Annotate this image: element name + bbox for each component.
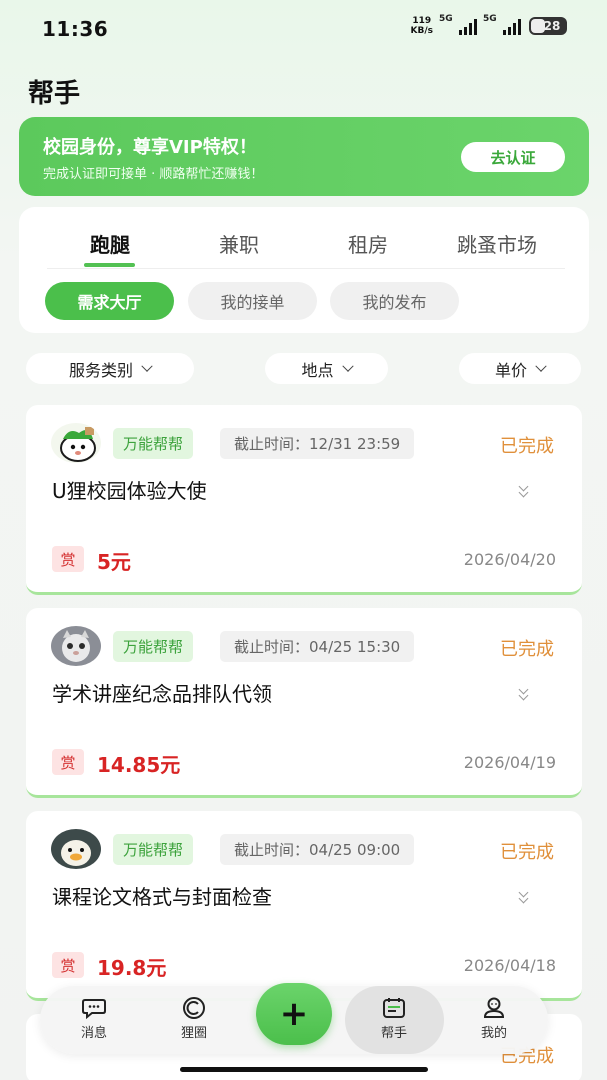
page-title: 帮手 (28, 79, 81, 109)
reward-badge: 赏 (52, 546, 84, 572)
task-card[interactable]: 万能帮帮 截止时间：04/25 09:00 已完成 课程论文格式与封面检查 赏 … (26, 811, 582, 1001)
expand-icon[interactable] (516, 887, 532, 905)
chip-demand-hall[interactable]: 需求大厅 (45, 282, 174, 320)
divider (47, 268, 565, 269)
circle-icon (183, 997, 205, 1019)
tab-rental[interactable]: 租房 (303, 229, 433, 258)
category-tag: 万能帮帮 (113, 631, 194, 662)
nav-helper[interactable]: 帮手 (364, 996, 424, 1041)
post-date: 2026/04/19 (463, 753, 556, 772)
reward-amount: 14.85元 (97, 753, 181, 777)
chat-icon (82, 999, 106, 1020)
expand-icon[interactable] (516, 481, 532, 499)
vip-banner[interactable]: 校园身份，尊享VIP特权！ 完成认证即可接单 · 顺路帮忙还赚钱！ 去认证 (19, 117, 589, 196)
deadline-tag: 截止时间：04/25 15:30 (220, 631, 415, 662)
signal-icon-2: 5G (483, 14, 521, 35)
status-bar: 11:36 119 KB/s 5G 5G 28 (0, 0, 607, 58)
avatar (51, 829, 101, 869)
chevron-down-icon (535, 360, 547, 372)
task-card[interactable]: 万能帮帮 截止时间：12/31 23:59 已完成 U狸校园体验大使 赏 5元 … (26, 405, 582, 595)
filter-service-type[interactable]: 服务类别 (26, 353, 194, 384)
chevron-down-icon (341, 360, 354, 372)
status-label: 已完成 (500, 436, 554, 457)
category-tag: 万能帮帮 (113, 428, 194, 459)
avatar (51, 626, 101, 666)
chevron-down-icon (141, 360, 153, 372)
vip-subtitle: 完成认证即可接单 · 顺路帮忙还赚钱！ (43, 167, 264, 182)
reward-badge: 赏 (52, 952, 84, 978)
chip-my-orders[interactable]: 我的接单 (188, 282, 317, 320)
task-title: 学术讲座纪念品排队代领 (52, 682, 272, 706)
reward-amount: 19.8元 (97, 956, 167, 980)
task-title: U狸校园体验大使 (52, 479, 207, 503)
filter-location[interactable]: 地点 (265, 353, 388, 384)
profile-icon (483, 997, 505, 1018)
vip-title: 校园身份，尊享VIP特权！ (43, 137, 257, 158)
battery-icon: 28 (529, 17, 567, 35)
bottom-nav: 消息 狸圈 + 帮手 我的 (40, 983, 548, 1054)
tab-underline (84, 263, 135, 267)
tab-errand[interactable]: 跑腿 (45, 229, 175, 258)
reward-badge: 赏 (52, 749, 84, 775)
nav-profile[interactable]: 我的 (464, 996, 524, 1041)
home-indicator[interactable] (180, 1067, 428, 1072)
category-card: 跑腿 兼职 租房 跳蚤市场 需求大厅 我的接单 我的发布 (19, 207, 589, 333)
calendar-icon (383, 998, 405, 1018)
signal-icon: 5G (439, 14, 477, 35)
post-date: 2026/04/18 (463, 956, 556, 975)
category-tag: 万能帮帮 (113, 834, 194, 865)
task-card[interactable]: 万能帮帮 截止时间：04/25 15:30 已完成 学术讲座纪念品排队代领 赏 … (26, 608, 582, 798)
deadline-tag: 截止时间：04/25 09:00 (220, 834, 415, 865)
filter-price[interactable]: 单价 (459, 353, 581, 384)
add-button[interactable]: + (256, 983, 332, 1045)
status-time: 11:36 (42, 17, 109, 41)
nav-messages[interactable]: 消息 (64, 996, 124, 1041)
task-title: 课程论文格式与封面检查 (52, 885, 272, 909)
status-label: 已完成 (500, 639, 554, 660)
reward-amount: 5元 (97, 550, 131, 574)
expand-icon[interactable] (516, 684, 532, 702)
status-label: 已完成 (500, 842, 554, 863)
network-speed: 119 KB/s (410, 16, 433, 36)
verify-button[interactable]: 去认证 (461, 142, 565, 172)
chip-my-posts[interactable]: 我的发布 (330, 282, 459, 320)
post-date: 2026/04/20 (463, 550, 556, 569)
tab-flea-market[interactable]: 跳蚤市场 (432, 229, 562, 258)
deadline-tag: 截止时间：12/31 23:59 (220, 428, 415, 459)
avatar (51, 423, 101, 463)
tab-parttime[interactable]: 兼职 (174, 229, 304, 258)
status-icons: 119 KB/s 5G 5G 28 (410, 14, 567, 36)
nav-circle[interactable]: 狸圈 (164, 996, 224, 1041)
